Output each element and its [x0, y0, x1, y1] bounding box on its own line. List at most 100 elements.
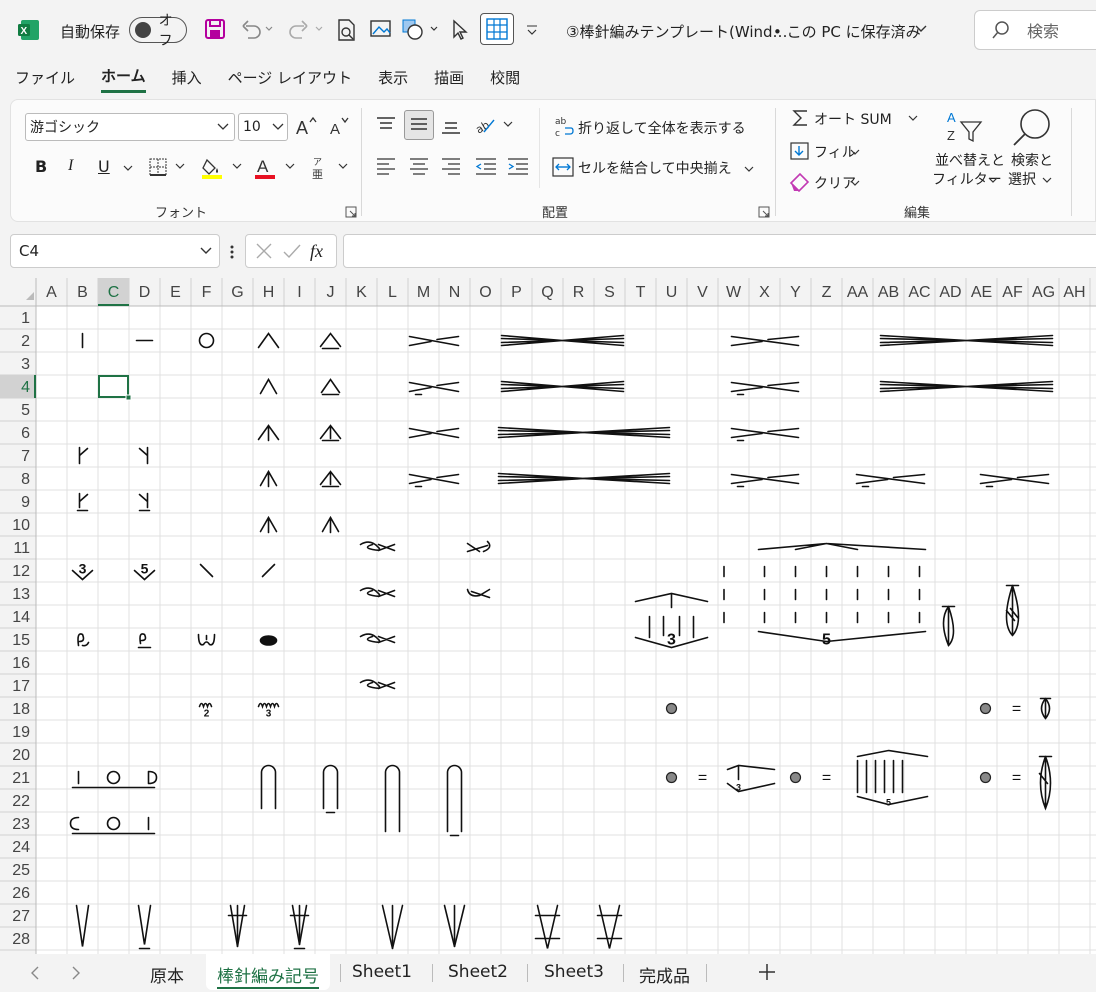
- leaf-symbol: [941, 605, 956, 647]
- leaf-mini-symbol: [1039, 697, 1052, 720]
- scroll-right-icon[interactable]: [69, 965, 83, 985]
- more-options-icon[interactable]: [229, 244, 235, 264]
- tab-review[interactable]: 校閲: [490, 67, 520, 92]
- fill-down-icon[interactable]: [789, 140, 811, 166]
- tab-home[interactable]: ホーム: [101, 65, 146, 93]
- print-preview-icon[interactable]: [336, 18, 358, 46]
- search-box[interactable]: 検索: [974, 10, 1096, 50]
- autosum-icon[interactable]: [791, 108, 811, 132]
- sheet-tab-sheet2[interactable]: Sheet2: [448, 962, 508, 982]
- scroll-left-icon[interactable]: [28, 965, 42, 985]
- underline-button[interactable]: U: [98, 157, 110, 176]
- align-center-icon[interactable]: [408, 155, 430, 181]
- dialog-launcher-icon[interactable]: [758, 206, 770, 222]
- chevron-down-icon[interactable]: [907, 112, 919, 128]
- enter-check-icon[interactable]: [282, 241, 302, 261]
- sheet-tab-knitting-symbols[interactable]: 棒針編み記号: [217, 962, 319, 989]
- chevron-down-icon[interactable]: [122, 162, 134, 178]
- find-icon[interactable]: [1011, 106, 1053, 152]
- worksheet-canvas[interactable]: A B C D E F G H I J K L M N O P Q R S T U V W X Y Z AA AB AC AD AE AF AG…: [0, 278, 1096, 954]
- table-grid-icon[interactable]: [480, 13, 514, 45]
- tab-page-layout[interactable]: ページ レイアウト: [228, 67, 352, 92]
- formula-input[interactable]: [343, 234, 1096, 268]
- autosum-button[interactable]: オート SUM: [814, 109, 892, 129]
- customize-qat-icon[interactable]: [525, 24, 539, 42]
- wrap-reverse-symbol: [466, 540, 491, 553]
- phonetic-guide-icon[interactable]: ア亜: [309, 154, 355, 186]
- sort-filter-icon[interactable]: AZ: [945, 108, 985, 152]
- autosave-toggle[interactable]: オフ: [129, 13, 187, 49]
- align-top-icon[interactable]: [375, 114, 397, 140]
- increase-indent-icon[interactable]: [506, 155, 530, 181]
- cable-2x2-alt-symbol: [730, 427, 800, 439]
- orientation-icon[interactable]: ab: [473, 114, 514, 140]
- merge-center-button[interactable]: セルを結合して中央揃え: [578, 158, 732, 178]
- cancel-icon[interactable]: [254, 241, 274, 261]
- equals-label: =: [1012, 770, 1021, 787]
- save-status[interactable]: • この PC に保存済み: [773, 21, 921, 42]
- bold-button[interactable]: B: [35, 157, 47, 176]
- tab-file[interactable]: ファイル: [15, 67, 75, 92]
- select-pointer-icon[interactable]: [451, 19, 469, 45]
- cable-4x4-symbol: [497, 426, 671, 439]
- align-left-icon[interactable]: [375, 155, 397, 181]
- shapes-icon[interactable]: [401, 17, 441, 45]
- borders-icon[interactable]: [148, 157, 188, 183]
- column-header-R: R: [573, 284, 585, 301]
- chevron-down-icon[interactable]: [914, 22, 928, 40]
- sort-filter-label[interactable]: 並べ替えと: [935, 150, 1005, 170]
- add-sheet-icon[interactable]: [757, 962, 777, 986]
- find-select-label[interactable]: 検索と: [1011, 150, 1053, 170]
- column-header-S: S: [604, 284, 615, 301]
- save-icon[interactable]: [204, 18, 226, 44]
- sheet-tab-original[interactable]: 原本: [150, 962, 184, 987]
- align-bottom-icon[interactable]: [440, 114, 462, 140]
- row-header-16: 16: [12, 655, 30, 672]
- tab-view[interactable]: 表示: [378, 67, 408, 92]
- font-color-icon[interactable]: A: [254, 154, 298, 186]
- document-title[interactable]: ③棒針編みテンプレート(Wind…: [566, 21, 788, 42]
- p2tog-symbol: [319, 332, 342, 350]
- fill-color-icon[interactable]: [201, 154, 245, 186]
- chevron-down-icon[interactable]: [743, 163, 755, 179]
- insert-function-button[interactable]: fx: [310, 241, 323, 262]
- cluster-5-label: 5: [141, 561, 149, 577]
- tab-draw[interactable]: 描画: [434, 67, 464, 92]
- decrease-indent-icon[interactable]: [474, 155, 498, 181]
- dialog-launcher-icon[interactable]: [345, 206, 357, 222]
- font-size-select[interactable]: 10: [238, 113, 288, 141]
- eraser-icon[interactable]: [789, 170, 811, 196]
- redo-icon[interactable]: [286, 18, 326, 44]
- chevron-down-icon[interactable]: [849, 177, 861, 193]
- wrap-reverse-2-symbol: [466, 588, 491, 599]
- tab-insert[interactable]: 挿入: [172, 67, 202, 92]
- row-header-28: 28: [12, 931, 30, 948]
- italic-button[interactable]: I: [68, 157, 73, 175]
- align-middle-icon[interactable]: [404, 110, 434, 140]
- grow-font-icon[interactable]: A: [295, 114, 319, 142]
- slip-left-symbol: [199, 563, 214, 578]
- cast-on-symbol: [69, 816, 156, 835]
- wrap-text-icon[interactable]: ab c: [553, 114, 575, 142]
- shrink-font-icon[interactable]: A: [329, 114, 353, 142]
- sheet-tab-finished[interactable]: 完成品: [639, 962, 690, 987]
- align-right-icon[interactable]: [440, 155, 462, 181]
- column-header-K: K: [356, 284, 367, 301]
- slip-3row-symbol: [384, 764, 401, 833]
- cdd3-symbol: [259, 515, 278, 534]
- chevron-down-icon[interactable]: [849, 146, 861, 162]
- find-select-label-2[interactable]: 選択: [1008, 169, 1036, 189]
- worksheet-grid[interactable]: A B C D E F G H I J K L M N O P Q R S T U V W X Y Z AA AB AC AD AE AF AG…: [0, 278, 1096, 954]
- wrap-text-button[interactable]: 折り返して全体を表示する: [578, 118, 746, 138]
- row-header-21: 21: [12, 770, 30, 787]
- chevron-down-icon[interactable]: [987, 174, 999, 190]
- undo-icon[interactable]: [240, 18, 274, 44]
- cdd3-alt-symbol: [321, 515, 340, 534]
- picture-icon[interactable]: [369, 18, 393, 44]
- font-name-select[interactable]: 游ゴシック: [25, 113, 235, 141]
- sheet-tab-sheet1[interactable]: Sheet1: [352, 962, 412, 982]
- sheet-tab-sheet3[interactable]: Sheet3: [544, 962, 604, 982]
- merge-center-icon[interactable]: [552, 156, 574, 182]
- chevron-down-icon[interactable]: [1041, 174, 1053, 190]
- name-box[interactable]: C4: [10, 234, 220, 268]
